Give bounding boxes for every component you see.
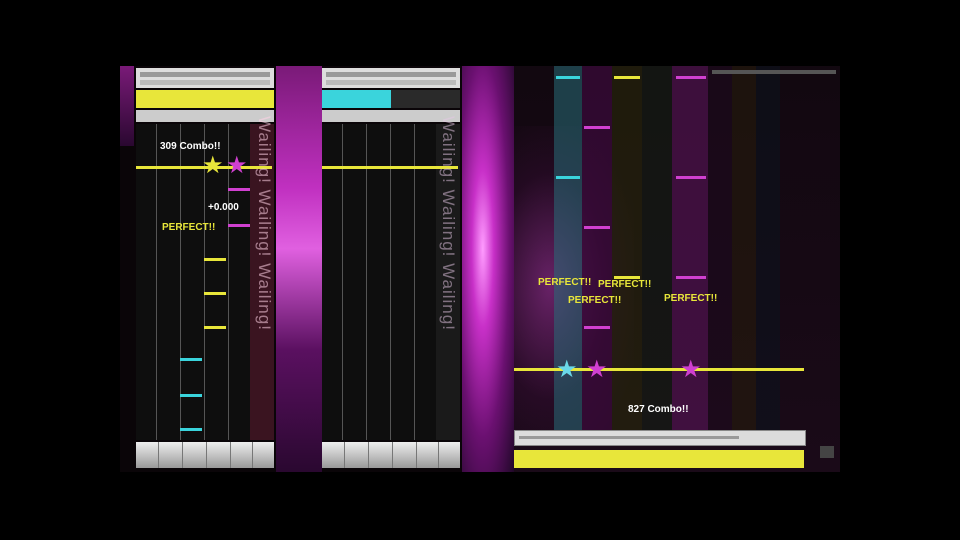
player2-gauge-fill — [322, 90, 391, 108]
player1-hit-star-icon: ★ — [226, 152, 248, 179]
player1-key-buttons — [136, 442, 274, 468]
player2-wailing-indicator: Wailing! Wailing! Wailing! — [439, 116, 458, 331]
drums-hit-star-icon: ★ — [586, 356, 608, 383]
player1-judge-text: PERFECT!! — [162, 222, 216, 233]
drums-gauge-fill — [514, 450, 804, 468]
note — [228, 224, 250, 227]
drum-note — [676, 176, 706, 179]
background-art-center — [462, 66, 514, 472]
note — [204, 292, 226, 295]
drums-gauge — [514, 450, 804, 468]
drum-note — [614, 76, 640, 79]
drums-judge-text: PERFECT!! — [538, 277, 592, 288]
drums-hit-star-icon: ★ — [556, 356, 578, 383]
drums-panel: ★ ★ ★ PERFECT!! PERFECT!! PERFECT!! PERF… — [514, 66, 810, 472]
drum-note — [584, 126, 610, 129]
player2-gauge — [322, 90, 460, 108]
player1-gauge — [136, 90, 274, 108]
drum-note — [584, 226, 610, 229]
drum-note — [676, 76, 706, 79]
player1-panel: ★ ★ 309 Combo!! +0.000 PERFECT!! Wailing… — [136, 66, 276, 472]
speed-indicator — [820, 446, 834, 458]
player1-timing-offset: +0.000 — [208, 202, 239, 213]
background-art-edge — [120, 66, 134, 146]
note — [180, 428, 202, 431]
top-info-text — [712, 70, 836, 74]
note — [180, 358, 202, 361]
note — [180, 394, 202, 397]
note — [204, 326, 226, 329]
drums-judge-text: PERFECT!! — [598, 279, 652, 290]
player1-song-info-bar — [136, 68, 274, 88]
player1-combo-counter: 309 Combo!! — [160, 141, 221, 152]
player1-wailing-indicator: Wailing! Wailing! Wailing! — [255, 116, 274, 331]
drums-judge-text: PERFECT!! — [568, 295, 622, 306]
drums-hit-star-icon: ★ — [680, 356, 702, 383]
drum-lane — [756, 66, 780, 432]
note — [204, 258, 226, 261]
drum-lane — [708, 66, 732, 432]
player2-song-info-bar — [322, 68, 460, 88]
drum-note — [556, 76, 580, 79]
player1-hit-star-icon: ★ — [202, 152, 224, 179]
player2-panel: Wailing! Wailing! Wailing! — [322, 66, 462, 472]
drum-note — [556, 176, 580, 179]
player2-key-buttons — [322, 442, 460, 468]
drum-note — [676, 276, 706, 279]
drums-song-info-bar — [514, 430, 806, 446]
drum-lane — [732, 66, 756, 432]
drums-judge-text: PERFECT!! — [664, 293, 718, 304]
note — [228, 188, 250, 191]
drum-lane-dark — [642, 66, 672, 432]
drum-note — [584, 326, 610, 329]
background-art-left — [276, 66, 322, 472]
player1-gauge-fill — [136, 90, 274, 108]
drum-lane-yellow — [612, 66, 642, 432]
game-screen: ★ ★ 309 Combo!! +0.000 PERFECT!! Wailing… — [120, 66, 840, 472]
drums-combo-counter: 827 Combo!! — [628, 404, 689, 415]
